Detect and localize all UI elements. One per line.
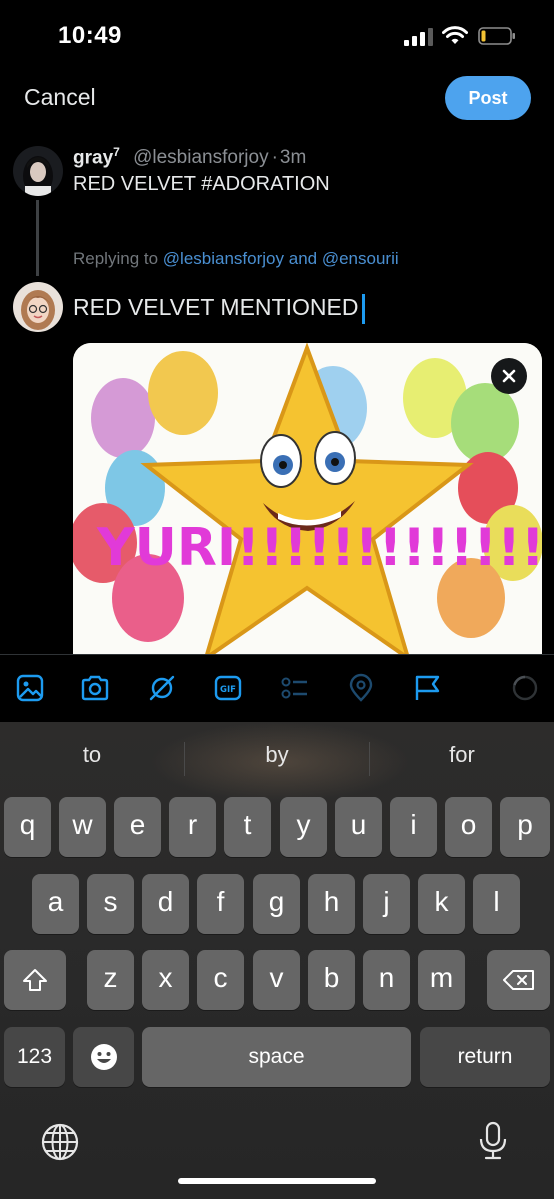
status-bar: 10:49	[0, 0, 554, 70]
cancel-button[interactable]: Cancel	[24, 84, 96, 111]
key-u[interactable]: u	[335, 797, 382, 857]
delete-key[interactable]	[487, 950, 550, 1010]
key-z[interactable]: z	[87, 950, 134, 1010]
cellular-signal-icon	[404, 28, 433, 46]
mention-link[interactable]: @lesbiansforjoy	[163, 249, 284, 268]
key-w[interactable]: w	[59, 797, 106, 857]
media-illustration: YURI!!!!!!!!!!!!!!!!!	[73, 343, 542, 663]
key-e[interactable]: e	[114, 797, 161, 857]
globe-icon[interactable]	[40, 1122, 80, 1162]
author-handle[interactable]: @lesbiansforjoy	[133, 147, 268, 168]
key-s[interactable]: s	[87, 874, 134, 934]
key-m[interactable]: m	[418, 950, 465, 1010]
numbers-key[interactable]: 123	[4, 1027, 65, 1087]
gif-icon[interactable]: GIF	[213, 673, 243, 703]
key-l[interactable]: l	[473, 874, 520, 934]
key-h[interactable]: h	[308, 874, 355, 934]
camera-icon[interactable]	[80, 673, 110, 703]
attached-media-image[interactable]: YURI!!!!!!!!!!!!!!!!!	[73, 343, 542, 663]
suggestion-2[interactable]: by	[185, 742, 369, 768]
compose-toolbar: GIF	[0, 654, 554, 722]
shift-icon	[23, 969, 47, 991]
thread-line	[36, 200, 39, 276]
replying-and: and	[288, 249, 318, 268]
progress-ring-icon	[512, 675, 538, 701]
shift-key[interactable]	[4, 950, 66, 1010]
key-f[interactable]: f	[197, 874, 244, 934]
key-t[interactable]: t	[224, 797, 271, 857]
key-b[interactable]: b	[308, 950, 355, 1010]
backspace-icon	[502, 970, 534, 990]
keyboard: to by for q w e r t y u i o p a s d f g …	[0, 722, 554, 1199]
key-x[interactable]: x	[142, 950, 189, 1010]
emoji-icon	[90, 1044, 117, 1070]
replying-prefix: Replying to	[73, 249, 159, 268]
key-n[interactable]: n	[363, 950, 410, 1010]
reply-text: RED VELVET MENTIONED	[73, 294, 359, 321]
original-tweet-header: gray7 @lesbiansforjoy · 3m	[73, 145, 306, 169]
replying-to-line[interactable]: Replying to @lesbiansforjoy and @ensouri…	[73, 249, 399, 269]
key-d[interactable]: d	[142, 874, 189, 934]
key-y[interactable]: y	[280, 797, 327, 857]
tweet-age: 3m	[279, 147, 307, 169]
author-name-sup: 7	[113, 145, 120, 159]
original-tweet-text: RED VELVET #ADORATION	[73, 173, 330, 195]
user-avatar[interactable]	[13, 282, 63, 332]
return-key[interactable]: return	[420, 1027, 550, 1087]
key-a[interactable]: a	[32, 874, 79, 934]
suggestion-3[interactable]: for	[370, 742, 554, 768]
microphone-icon[interactable]	[476, 1120, 510, 1162]
image-icon[interactable]	[15, 673, 45, 703]
original-author-avatar[interactable]	[13, 146, 63, 196]
author-name[interactable]: gray	[73, 147, 113, 168]
mention-link[interactable]: @ensourii	[322, 249, 399, 268]
battery-icon	[478, 27, 515, 45]
poll-icon[interactable]	[280, 673, 310, 703]
key-p[interactable]: p	[500, 797, 550, 857]
key-c[interactable]: c	[197, 950, 244, 1010]
key-q[interactable]: q	[4, 797, 51, 857]
status-time: 10:49	[58, 22, 122, 49]
key-k[interactable]: k	[418, 874, 465, 934]
gif-label: GIF	[220, 685, 236, 695]
grok-icon[interactable]	[147, 673, 177, 703]
key-o[interactable]: o	[445, 797, 492, 857]
key-v[interactable]: v	[253, 950, 300, 1010]
remove-media-button[interactable]	[491, 358, 527, 394]
key-r[interactable]: r	[169, 797, 216, 857]
wifi-icon	[442, 26, 468, 44]
location-icon[interactable]	[346, 673, 376, 703]
close-icon	[502, 369, 516, 383]
flag-icon[interactable]	[412, 673, 442, 703]
space-key[interactable]: space	[142, 1027, 411, 1087]
text-cursor	[362, 294, 366, 324]
emoji-key[interactable]	[73, 1027, 134, 1087]
separator-dot: ·	[271, 147, 278, 169]
home-indicator	[178, 1178, 376, 1184]
post-button[interactable]: Post	[445, 76, 531, 120]
key-j[interactable]: j	[363, 874, 410, 934]
reply-text-input[interactable]: RED VELVET MENTIONED	[73, 294, 366, 324]
media-overlay-text: YURI!!!!!!!!!!!!!!!!!	[96, 518, 542, 578]
key-i[interactable]: i	[390, 797, 437, 857]
suggestion-1[interactable]: to	[0, 742, 184, 768]
key-g[interactable]: g	[253, 874, 300, 934]
